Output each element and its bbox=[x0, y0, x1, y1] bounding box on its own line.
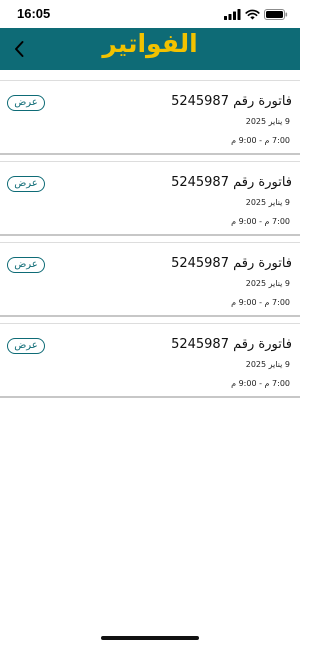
invoice-card: فاتورة رقم 5245987 9 يناير 2025 7:00 م -… bbox=[0, 323, 300, 398]
invoice-card: فاتورة رقم 5245987 9 يناير 2025 7:00 م -… bbox=[0, 80, 300, 155]
invoice-time: 7:00 م - 9:00 م bbox=[231, 136, 290, 145]
signal-icon bbox=[224, 9, 241, 20]
view-invoice-button[interactable]: عرض bbox=[7, 176, 45, 192]
invoice-date: 9 يناير 2025 bbox=[245, 360, 290, 369]
invoice-time: 7:00 م - 9:00 م bbox=[231, 298, 290, 307]
invoice-card: فاتورة رقم 5245987 9 يناير 2025 7:00 م -… bbox=[0, 242, 300, 317]
view-invoice-button[interactable]: عرض bbox=[7, 257, 45, 273]
status-time: 16:05 bbox=[17, 6, 51, 21]
invoice-date: 9 يناير 2025 bbox=[245, 117, 290, 126]
invoice-date: 9 يناير 2025 bbox=[245, 198, 290, 207]
status-bar: 16:05 bbox=[0, 0, 300, 28]
invoice-time: 7:00 م - 9:00 م bbox=[231, 217, 290, 226]
invoice-title: فاتورة رقم 5245987 bbox=[171, 256, 292, 271]
page-title: الفواتير bbox=[102, 29, 198, 58]
wifi-icon bbox=[245, 9, 260, 20]
invoice-date: 9 يناير 2025 bbox=[245, 279, 290, 288]
invoice-list: فاتورة رقم 5245987 9 يناير 2025 7:00 م -… bbox=[0, 80, 300, 404]
battery-icon bbox=[264, 9, 288, 20]
home-indicator bbox=[101, 636, 199, 640]
invoice-title: فاتورة رقم 5245987 bbox=[171, 337, 292, 352]
status-icons bbox=[224, 9, 288, 20]
view-invoice-button[interactable]: عرض bbox=[7, 95, 45, 111]
invoice-time: 7:00 م - 9:00 م bbox=[231, 379, 290, 388]
invoice-title: فاتورة رقم 5245987 bbox=[171, 94, 292, 109]
view-invoice-button[interactable]: عرض bbox=[7, 338, 45, 354]
invoice-title: فاتورة رقم 5245987 bbox=[171, 175, 292, 190]
invoice-card: فاتورة رقم 5245987 9 يناير 2025 7:00 م -… bbox=[0, 161, 300, 236]
app-header: الفواتير bbox=[0, 28, 300, 70]
